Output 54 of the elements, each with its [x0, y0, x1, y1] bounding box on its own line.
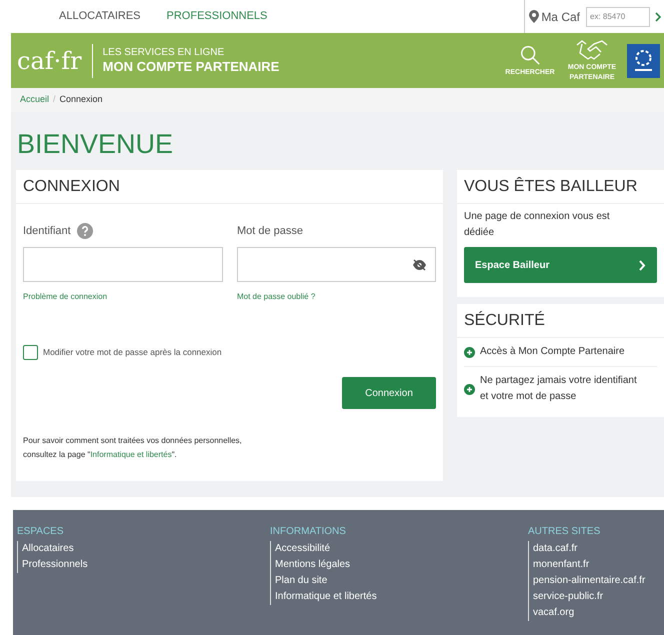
footer-link[interactable]: data.caf.fr	[533, 541, 664, 557]
header-title: MON COMPTE PARTENAIRE	[102, 58, 280, 74]
postcode-field[interactable]: ex: 85470	[586, 6, 650, 26]
footer-link[interactable]: monenfant.fr	[533, 557, 664, 573]
forgot-password-link[interactable]: Mot de passe oublié ?	[237, 291, 436, 303]
field-label: Identifiant	[23, 224, 71, 239]
handshake-icon	[575, 38, 609, 60]
breadcrumb-link[interactable]: Accueil	[20, 93, 50, 107]
page-title: BIENVENUE	[17, 128, 174, 160]
landlord-text: Une page de connexion vous est dédiée	[463, 210, 611, 240]
footer-heading: AUTRES SITES	[528, 525, 602, 539]
plus-circle-icon	[464, 384, 475, 394]
landlord-button[interactable]: Espace Bailleur	[464, 247, 657, 283]
footer-link[interactable]: Allocataires	[22, 541, 270, 557]
nav-tab[interactable]: PROFESSIONNELS	[166, 8, 268, 25]
help-icon[interactable]	[76, 223, 93, 239]
breadcrumb-separator: /	[53, 93, 56, 106]
footer-link[interactable]: pension-alimentaire.caf.fr	[533, 573, 664, 589]
card-title: VOUS ÊTES BAILLEUR	[457, 170, 664, 204]
field-label: Mot de passe	[237, 224, 304, 239]
emblem-logo	[627, 44, 660, 78]
header-subtitle: LES SERVICES EN LIGNE	[102, 46, 226, 58]
chevron-right-icon	[638, 260, 646, 270]
checkbox-label: Modifier votre mot de passe après la connexion	[43, 346, 222, 359]
breadcrumb-current: Connexion	[60, 93, 103, 106]
identifier-field[interactable]	[23, 247, 223, 282]
problem-link[interactable]: Problème de connexion	[23, 291, 223, 303]
login-button[interactable]: Connexion	[342, 377, 436, 409]
security-tip: Ne partagez jamais votre identifiant et votre mot de passe	[480, 374, 638, 404]
security-tip: Accès à Mon Compte Partenaire	[480, 345, 626, 359]
card-title: SÉCURITÉ	[457, 304, 664, 338]
location-pin-icon	[529, 10, 540, 23]
privacy-text: ".	[172, 450, 177, 459]
footer-heading: ESPACES	[17, 525, 64, 539]
privacy-text: Pour savoir comment sont traitées vos données personnelles,	[23, 436, 242, 445]
footer-link[interactable]: Informatique et libertés	[275, 589, 528, 605]
plus-circle-icon	[464, 346, 475, 358]
nav-tab[interactable]: ALLOCATAIRES	[59, 8, 141, 25]
footer-link[interactable]: Accessibilité	[275, 541, 528, 557]
footer-link[interactable]: Plan du site	[275, 573, 528, 589]
card-title: CONNEXION	[16, 170, 443, 204]
privacy-link[interactable]: Informatique et libertés	[90, 450, 172, 459]
privacy-text: consultez la page "	[23, 450, 90, 459]
footer-link[interactable]: service-public.fr	[533, 589, 664, 605]
checkbox[interactable]	[23, 345, 38, 360]
footer-heading: INFORMATIONS	[270, 525, 347, 539]
ma-caf-label: Ma Caf	[541, 8, 580, 26]
search-icon	[519, 44, 541, 66]
eye-off-icon[interactable]	[412, 258, 427, 270]
chevron-right-icon[interactable]	[654, 12, 662, 22]
footer-link[interactable]: vacaf.org	[533, 605, 664, 621]
footer-link[interactable]: Mentions légales	[275, 557, 528, 573]
footer-link[interactable]: Professionnels	[22, 557, 270, 573]
password-field[interactable]	[237, 247, 436, 282]
